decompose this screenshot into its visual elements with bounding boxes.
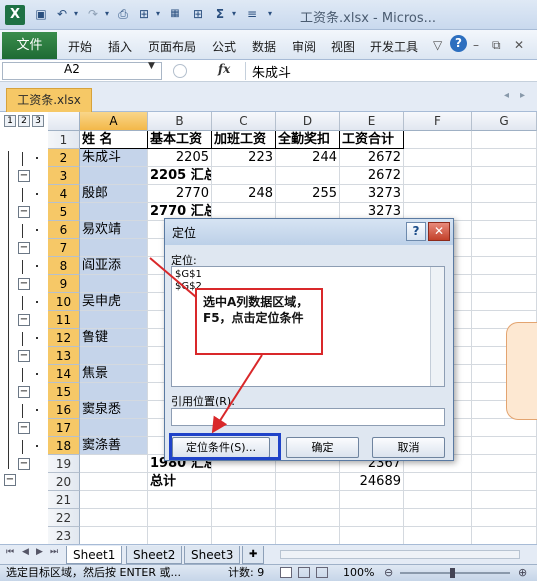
annotation-arrow-from-column [149, 257, 197, 298]
annotation-arrows [149, 257, 263, 434]
annotation-arrow-to-button [211, 354, 263, 434]
